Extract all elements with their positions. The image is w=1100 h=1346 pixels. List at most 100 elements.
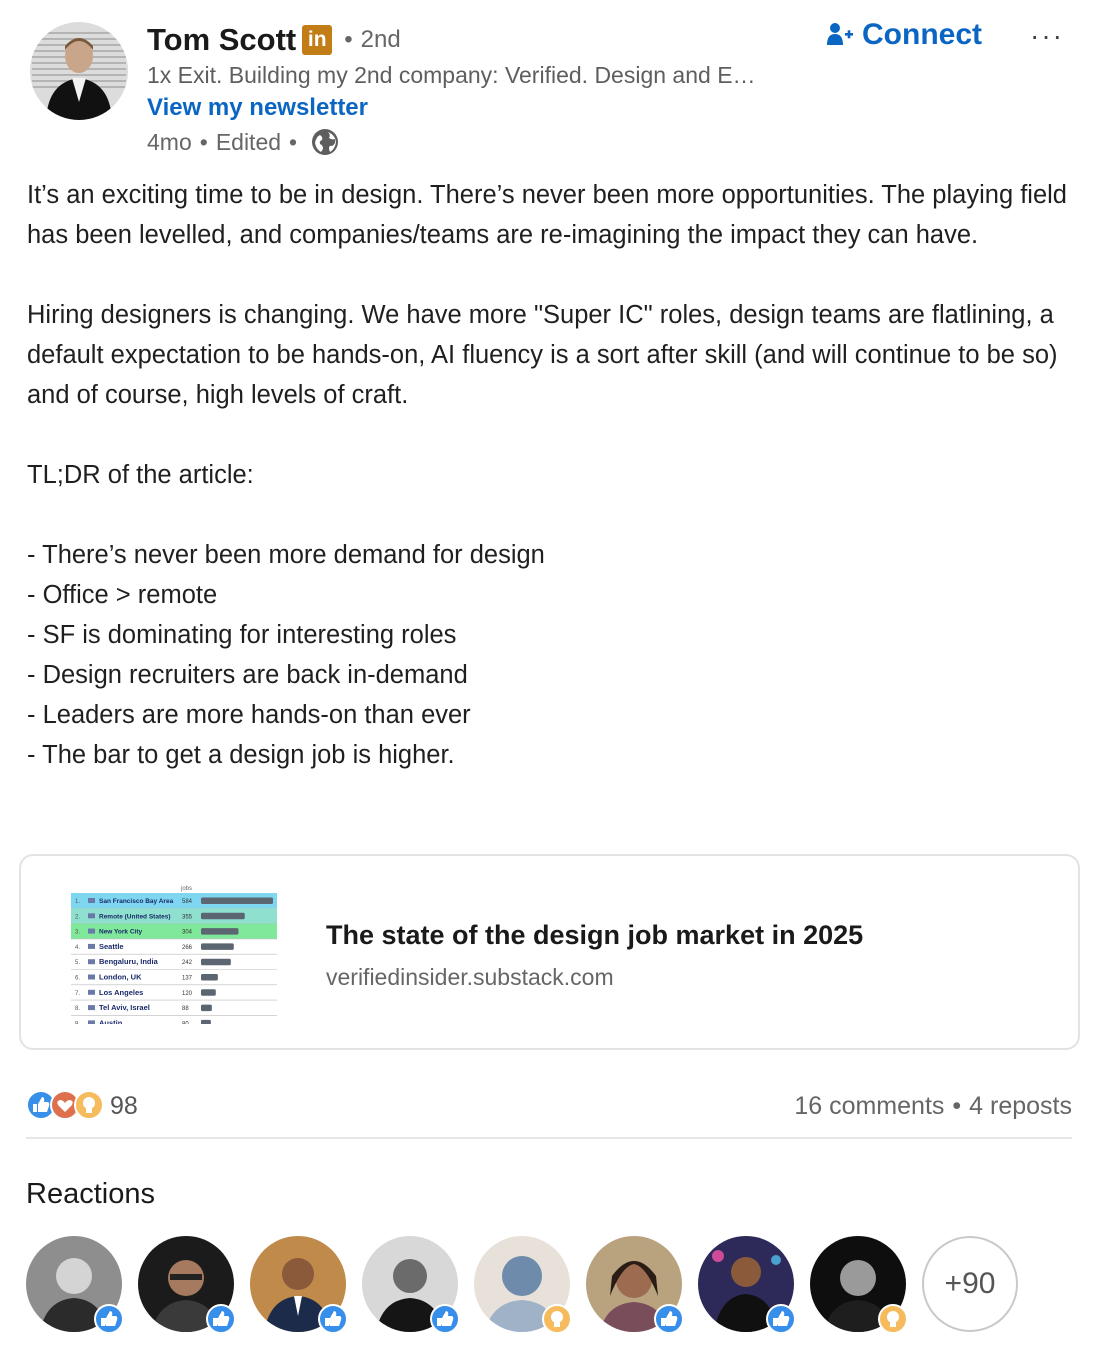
- thumb-header: jobs: [180, 886, 192, 892]
- article-thumbnail[interactable]: jobs 1. San Francisco Bay Area 584 2. Remote …: [71, 884, 277, 1024]
- bullet-item: - Leaders are more hands-on than ever: [27, 701, 471, 729]
- article-source: verifiedinsider.substack.com: [326, 964, 614, 990]
- globe-icon: [312, 129, 339, 155]
- thumb-bar: [201, 989, 216, 996]
- thumb-rank: 1.: [75, 899, 80, 905]
- thumb-jobs: 355: [182, 914, 193, 920]
- author-avatar[interactable]: [30, 22, 128, 120]
- flag-icon: [88, 959, 95, 965]
- author-headline: 1x Exit. Building my 2nd company: Verifi…: [147, 62, 756, 88]
- reactor-avatar[interactable]: [26, 1236, 124, 1334]
- reactor-avatar[interactable]: [586, 1236, 684, 1334]
- thumb-jobs: 88: [182, 1006, 189, 1012]
- post-body: It’s an exciting time to be in design. T…: [27, 175, 1077, 775]
- reactions-heading: Reactions: [26, 1178, 155, 1210]
- article-card[interactable]: jobs 1. San Francisco Bay Area 584 2. Remote …: [19, 854, 1080, 1050]
- social-counts: 98 16 comments • 4 reposts: [26, 1088, 1072, 1128]
- thumb-city: Tel Aviv, Israel: [99, 1003, 150, 1012]
- post-paragraph: It’s an exciting time to be in design. T…: [27, 181, 1067, 249]
- thumb-city: Remote (United States): [99, 913, 171, 920]
- author-name-row: Tom Scott in • 2nd: [147, 20, 401, 60]
- reactor-avatar[interactable]: [474, 1236, 572, 1334]
- post-paragraph: TL;DR of the article:: [27, 461, 254, 489]
- reactor-avatar[interactable]: [810, 1236, 908, 1334]
- bullet-item: - There’s never been more demand for des…: [27, 541, 545, 569]
- like-icon: [430, 1304, 460, 1334]
- bullet-item: - Office > remote: [27, 581, 218, 609]
- thumb-city: London, UK: [99, 973, 142, 982]
- comments-reposts: 16 comments • 4 reposts: [794, 1092, 1072, 1120]
- thumb-bar: [201, 943, 234, 950]
- like-icon: [206, 1304, 236, 1334]
- connect-button[interactable]: Connect: [826, 18, 982, 52]
- thumb-rank: 9.: [75, 1021, 80, 1024]
- connect-label: Connect: [862, 18, 982, 51]
- flag-icon: [88, 974, 95, 980]
- thumb-bar: [201, 1019, 211, 1024]
- thumb-rank: 7.: [75, 991, 80, 997]
- add-person-icon: [827, 23, 853, 45]
- thumb-city: New York City: [99, 929, 142, 936]
- thumb-city: Los Angeles: [99, 988, 143, 997]
- thumb-jobs: 120: [182, 991, 193, 997]
- bullet-item: - SF is dominating for interesting roles: [27, 621, 457, 649]
- thumb-bar: [201, 974, 218, 981]
- degree-label: 2nd: [360, 26, 401, 53]
- thumb-jobs: 304: [182, 930, 193, 936]
- thumb-bar: [201, 958, 231, 966]
- flag-icon: [88, 898, 95, 903]
- thumb-jobs: 584: [182, 899, 193, 905]
- flag-icon: [88, 1005, 95, 1011]
- thumb-jobs: 242: [182, 960, 193, 966]
- linkedin-premium-icon: in: [302, 25, 333, 55]
- flag-icon: [88, 943, 95, 949]
- flag-icon: [88, 1020, 95, 1024]
- reposts-link[interactable]: 4 reposts: [969, 1092, 1072, 1120]
- more-reactors-button[interactable]: +90: [922, 1236, 1018, 1332]
- insightful-icon: [74, 1090, 104, 1120]
- thumb-rank: 8.: [75, 1006, 80, 1012]
- thumb-jobs: 137: [182, 976, 193, 982]
- flag-icon: [88, 928, 95, 934]
- post-meta: 4mo • Edited •: [147, 128, 339, 156]
- reactor-avatar[interactable]: [362, 1236, 460, 1334]
- reactor-avatar[interactable]: [250, 1236, 348, 1334]
- bullet-item: - The bar to get a design job is higher.: [27, 741, 455, 769]
- divider: [26, 1137, 1072, 1139]
- like-icon: [94, 1304, 124, 1334]
- thumb-jobs: 80: [182, 1021, 189, 1024]
- more-options-button[interactable]: ···: [1030, 20, 1064, 52]
- thumb-bar: [201, 897, 273, 904]
- thumb-rank: 5.: [75, 960, 80, 966]
- thumb-rank: 3.: [75, 930, 80, 936]
- insightful-icon: [878, 1304, 908, 1334]
- reaction-count[interactable]: 98: [110, 1092, 138, 1121]
- thumb-bar: [201, 1004, 212, 1012]
- connection-degree: • 2nd: [344, 26, 401, 53]
- reactors-list: +90: [26, 1236, 1076, 1336]
- like-icon: [766, 1304, 796, 1334]
- article-title[interactable]: The state of the design job market in 20…: [326, 920, 863, 951]
- reactor-avatar[interactable]: [698, 1236, 796, 1334]
- reactor-avatar[interactable]: [138, 1236, 236, 1334]
- author-name[interactable]: Tom Scott: [147, 22, 296, 58]
- flag-icon: [88, 913, 95, 919]
- flag-icon: [88, 989, 95, 995]
- comments-link[interactable]: 16 comments: [794, 1092, 944, 1120]
- view-newsletter-link[interactable]: View my newsletter: [147, 94, 368, 122]
- post-time: 4mo: [147, 128, 192, 155]
- thumb-bar: [201, 912, 245, 920]
- insightful-icon: [542, 1304, 572, 1334]
- bullet-item: - Design recruiters are back in-demand: [27, 661, 468, 689]
- edited-label: Edited: [215, 128, 282, 155]
- thumb-rank: 4.: [75, 945, 80, 951]
- thumb-city: Seattle: [99, 942, 124, 951]
- like-icon: [318, 1304, 348, 1334]
- thumb-city: Bengaluru, India: [99, 957, 159, 966]
- thumb-city: Austin: [99, 1018, 123, 1024]
- like-icon: [654, 1304, 684, 1334]
- post-paragraph: Hiring designers is changing. We have mo…: [27, 301, 1058, 409]
- thumb-rank: 6.: [75, 976, 80, 982]
- thumb-city: San Francisco Bay Area: [99, 898, 174, 905]
- thumb-bar: [201, 928, 239, 935]
